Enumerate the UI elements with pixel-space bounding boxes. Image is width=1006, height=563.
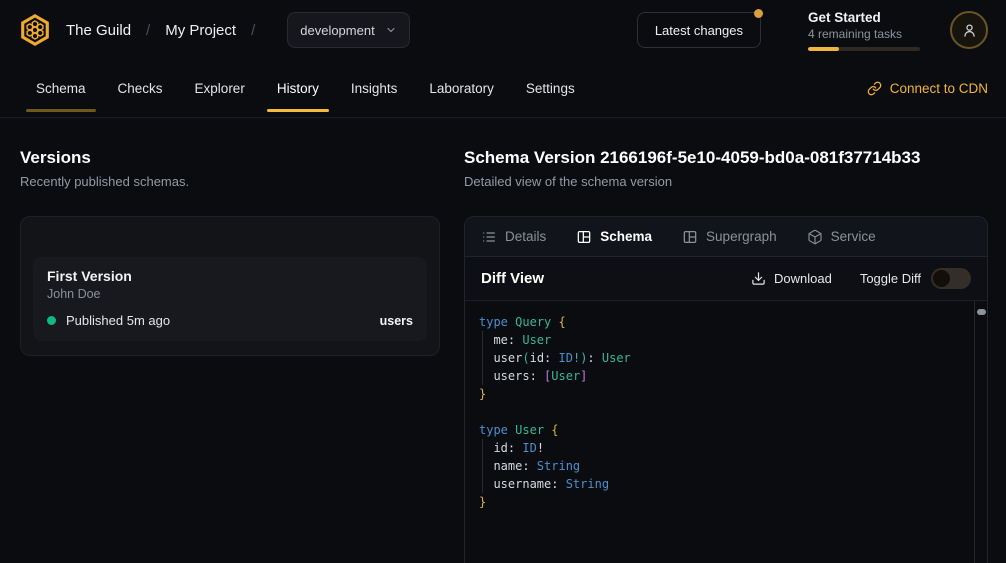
notification-dot (754, 9, 763, 18)
version-detail-tabs: Details Schema Supergraph Service (465, 217, 987, 257)
version-detail-panel: Schema Version 2166196f-5e10-4059-bd0a-0… (464, 146, 988, 563)
environment-selector[interactable]: development (287, 12, 409, 48)
hive-logo-icon[interactable] (18, 13, 52, 47)
main-content: Versions Recently published schemas. Fir… (0, 118, 1006, 563)
schema-code: type Query { me: User user(id: ID!): Use… (479, 313, 973, 511)
get-started-progressbar (808, 47, 920, 51)
published-status-dot (47, 316, 56, 325)
download-button[interactable]: Download (751, 271, 832, 286)
detail-tab-schema[interactable]: Schema (576, 229, 652, 245)
diff-toolbar: Diff View Download Toggle Diff (465, 257, 987, 301)
latest-changes-button[interactable]: Latest changes (637, 12, 761, 48)
nav-tab-laboratory[interactable]: Laboratory (419, 60, 504, 117)
latest-changes-label: Latest changes (655, 23, 743, 38)
version-name: First Version (47, 268, 413, 284)
versions-list-card: First Version John Doe Published 5m ago … (20, 216, 440, 356)
detail-tab-label: Supergraph (706, 229, 777, 244)
code-line: me: User (479, 331, 973, 349)
nav-tab-insights[interactable]: Insights (341, 60, 408, 117)
version-meta-row: Published 5m ago users (47, 313, 413, 328)
code-line: } (479, 493, 973, 511)
versions-panel: Versions Recently published schemas. Fir… (20, 146, 440, 356)
toggle-knob (933, 270, 950, 287)
user-icon (961, 22, 978, 39)
detail-tab-service[interactable]: Service (807, 229, 876, 245)
breadcrumb-separator: / (146, 22, 150, 39)
versions-subtitle: Recently published schemas. (20, 172, 440, 191)
version-detail-title: Schema Version 2166196f-5e10-4059-bd0a-0… (464, 146, 988, 170)
nav-tab-label: Laboratory (429, 81, 494, 96)
download-icon (751, 271, 766, 286)
code-line: id: ID! (479, 439, 973, 457)
code-line: type User { (479, 421, 973, 439)
code-line (479, 403, 973, 421)
nav-tab-label: Schema (36, 81, 86, 96)
list-icon (481, 229, 497, 245)
nav-tabs: Schema Checks Explorer History Insights Labor… (26, 60, 597, 117)
detail-tab-label: Service (831, 229, 876, 244)
nav-tab-label: Explorer (195, 81, 245, 96)
version-list-item[interactable]: First Version John Doe Published 5m ago … (33, 257, 427, 341)
code-line: } (479, 385, 973, 403)
code-line: user(id: ID!): User (479, 349, 973, 367)
get-started-subtitle: 4 remaining tasks (808, 27, 920, 41)
breadcrumb-separator: / (251, 22, 255, 39)
nav-tab-label: Checks (118, 81, 163, 96)
code-line: name: String (479, 457, 973, 475)
project-name[interactable]: My Project (165, 22, 236, 39)
get-started-title: Get Started (808, 10, 920, 25)
version-author: John Doe (47, 287, 413, 301)
panels-icon (682, 229, 698, 245)
published-status-text: Published 5m ago (66, 313, 170, 328)
panels-icon (576, 229, 592, 245)
code-line: users: [User] (479, 367, 973, 385)
schema-code-viewer[interactable]: type Query { me: User user(id: ID!): Use… (465, 301, 987, 563)
user-avatar[interactable] (950, 11, 988, 49)
diff-view-title: Diff View (481, 270, 544, 287)
get-started-widget[interactable]: Get Started 4 remaining tasks (808, 10, 920, 51)
nav-tab-label: History (277, 81, 319, 96)
connect-to-cdn-link[interactable]: Connect to CDN (867, 81, 988, 96)
detail-tab-supergraph[interactable]: Supergraph (682, 229, 777, 245)
code-line: username: String (479, 475, 973, 493)
nav-tab-schema[interactable]: Schema (26, 60, 96, 117)
chevron-down-icon (385, 24, 397, 36)
cube-icon (807, 229, 823, 245)
toggle-diff-switch[interactable] (931, 268, 971, 289)
code-scrollbar[interactable] (974, 301, 987, 563)
nav-tab-settings[interactable]: Settings (516, 60, 585, 117)
versions-title: Versions (20, 146, 440, 170)
nav-tab-checks[interactable]: Checks (108, 60, 173, 117)
detail-tab-details[interactable]: Details (481, 229, 546, 245)
version-detail-subtitle: Detailed view of the schema version (464, 172, 988, 191)
app-header: The Guild / My Project / development Lat… (0, 0, 1006, 60)
tab-underline (26, 109, 96, 112)
download-label: Download (774, 271, 832, 286)
target-navbar: Schema Checks Explorer History Insights Labor… (0, 60, 1006, 118)
nav-tab-history[interactable]: History (267, 60, 329, 117)
org-name[interactable]: The Guild (66, 22, 131, 39)
get-started-progress-fill (808, 47, 839, 51)
detail-tab-label: Schema (600, 229, 652, 244)
nav-tab-label: Settings (526, 81, 575, 96)
environment-value: development (300, 23, 374, 38)
toggle-diff-label: Toggle Diff (860, 271, 921, 286)
code-scrollbar-thumb[interactable] (977, 309, 986, 315)
nav-tab-explorer[interactable]: Explorer (185, 60, 255, 117)
tab-underline (267, 109, 329, 112)
code-line: type Query { (479, 313, 973, 331)
service-tag: users (380, 314, 413, 328)
detail-tab-label: Details (505, 229, 546, 244)
connect-to-cdn-label: Connect to CDN (890, 81, 988, 96)
nav-tab-label: Insights (351, 81, 398, 96)
version-detail-card: Details Schema Supergraph Service Diff View… (464, 216, 988, 563)
link-icon (867, 81, 882, 96)
